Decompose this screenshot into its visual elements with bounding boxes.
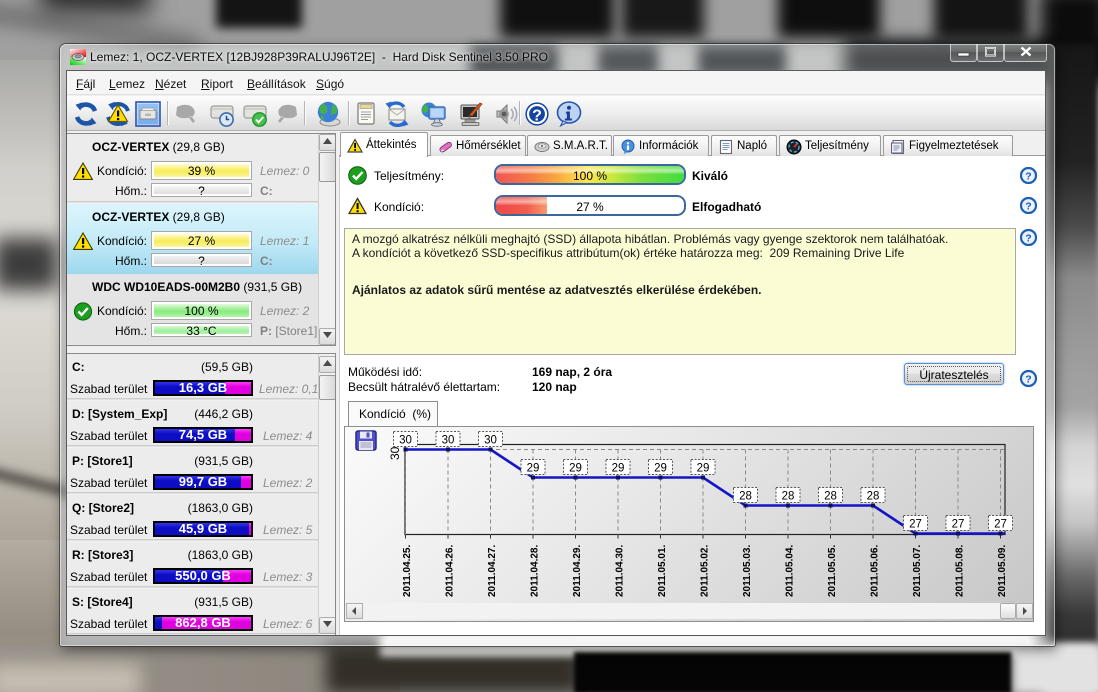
svg-text:30: 30 (388, 446, 402, 460)
svg-text:29: 29 (654, 463, 667, 475)
svg-text:27: 27 (909, 519, 922, 531)
svg-text:2011.05.09.: 2011.05.09. (997, 545, 1008, 597)
svg-text:2011.04.30.: 2011.04.30. (615, 545, 626, 597)
svg-text:2011.05.07.: 2011.05.07. (912, 545, 923, 597)
svg-text:28: 28 (739, 491, 752, 503)
svg-text:27: 27 (952, 519, 965, 531)
svg-text:?: ? (1025, 171, 1031, 183)
svg-text:?: ? (532, 108, 542, 125)
svg-text:2011.05.08.: 2011.05.08. (955, 545, 966, 597)
svg-text:28: 28 (867, 491, 880, 503)
svg-text:30: 30 (442, 435, 455, 447)
svg-text:29: 29 (569, 463, 582, 475)
svg-text:2011.05.01.: 2011.05.01. (657, 545, 668, 597)
svg-text:?: ? (1025, 233, 1031, 245)
svg-text:28: 28 (824, 491, 837, 503)
svg-text:30: 30 (484, 435, 497, 447)
svg-text:29: 29 (697, 463, 710, 475)
svg-text:2011.05.05.: 2011.05.05. (827, 545, 838, 597)
svg-text:2011.05.04.: 2011.05.04. (785, 545, 796, 597)
svg-text:2011.04.25.: 2011.04.25. (402, 545, 413, 597)
svg-text:29: 29 (527, 463, 540, 475)
svg-text:2011.04.29.: 2011.04.29. (572, 545, 583, 597)
svg-text:?: ? (1025, 374, 1031, 386)
svg-text:2011.05.03.: 2011.05.03. (742, 545, 753, 597)
svg-text:28: 28 (782, 491, 795, 503)
svg-text:2011.04.27.: 2011.04.27. (487, 545, 498, 597)
svg-text:2011.04.28.: 2011.04.28. (530, 545, 541, 597)
svg-text:2011.05.02.: 2011.05.02. (700, 545, 711, 597)
svg-text:?: ? (1025, 201, 1031, 213)
svg-text:29: 29 (612, 463, 625, 475)
svg-text:30: 30 (399, 435, 412, 447)
svg-text:2011.04.26.: 2011.04.26. (445, 545, 456, 597)
svg-text:27: 27 (994, 519, 1007, 531)
svg-text:2011.05.06.: 2011.05.06. (870, 545, 881, 597)
